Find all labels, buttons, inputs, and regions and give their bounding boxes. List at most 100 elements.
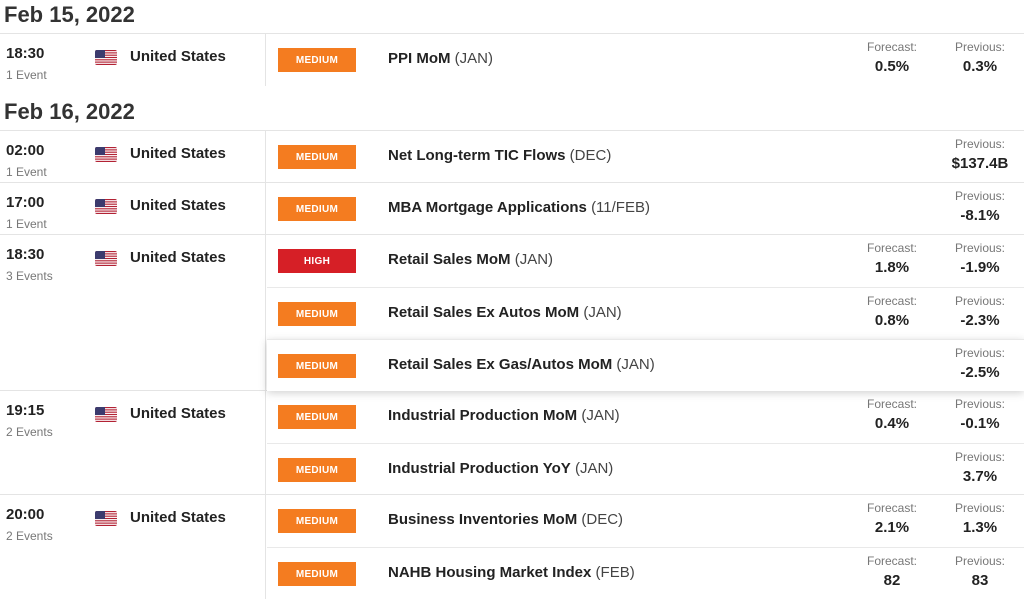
event-count: 2 Events <box>6 529 53 543</box>
event-count: 1 Event <box>6 217 47 231</box>
forecast-value: 0.8% <box>874 312 910 329</box>
impact-badge: MEDIUM <box>278 405 356 429</box>
event-row[interactable]: HIGH Retail Sales MoM (JAN) Forecast: 1.8% P… <box>267 235 1024 287</box>
event-row[interactable]: MEDIUM Retail Sales Ex Gas/Autos MoM (JAN… <box>267 339 1024 391</box>
forecast-value: 2.1% <box>874 519 910 536</box>
event-name[interactable]: Retail Sales Ex Autos MoM (JAN) <box>388 304 622 321</box>
previous-label: Previous: <box>954 501 1006 515</box>
previous-value: 0.3% <box>962 58 998 75</box>
event-row[interactable]: MEDIUM Net Long-term TIC Flows (DEC) Previ… <box>267 131 1024 183</box>
forecast-label: Forecast: <box>866 554 917 568</box>
event-count: 3 Events <box>6 269 53 283</box>
country-name: United States <box>130 509 226 526</box>
event-period: (JAN) <box>454 50 493 67</box>
us-flag-icon <box>95 251 117 266</box>
event-name[interactable]: NAHB Housing Market Index (FEB) <box>388 564 635 581</box>
event-row[interactable]: MEDIUM MBA Mortgage Applications (11/FEB)… <box>267 183 1024 235</box>
event-title: Retail Sales Ex Autos MoM <box>388 304 580 321</box>
us-flag-icon <box>95 511 117 526</box>
event-period: (DEC) <box>581 511 624 528</box>
us-flag-icon <box>95 199 117 214</box>
event-row[interactable]: MEDIUM NAHB Housing Market Index (FEB) For… <box>267 547 1024 599</box>
previous-value: $137.4B <box>951 155 1009 172</box>
event-row[interactable]: MEDIUM Industrial Production MoM (JAN) For… <box>267 391 1024 443</box>
event-name[interactable]: Industrial Production YoY (JAN) <box>388 460 613 477</box>
event-title: PPI MoM <box>388 50 451 67</box>
previous-label: Previous: <box>954 346 1006 360</box>
event-name[interactable]: Industrial Production MoM (JAN) <box>388 407 620 424</box>
forecast-label: Forecast: <box>866 40 917 54</box>
event-name[interactable]: PPI MoM (JAN) <box>388 50 493 67</box>
previous-cell: Previous: 83 <box>945 554 1015 589</box>
previous-cell: Previous: $137.4B <box>945 137 1015 172</box>
country-name: United States <box>130 405 226 422</box>
event-name[interactable]: Net Long-term TIC Flows (DEC) <box>388 147 611 164</box>
previous-label: Previous: <box>954 189 1006 203</box>
previous-value: -0.1% <box>960 415 1000 432</box>
forecast-label: Forecast: <box>866 294 917 308</box>
impact-badge: HIGH <box>278 249 356 273</box>
event-time: 20:00 <box>6 506 45 523</box>
event-time: 19:15 <box>6 402 45 419</box>
time-country-cell: 20:00 2 Events United States <box>0 495 266 599</box>
time-country-cell: 02:00 1 Event United States <box>0 131 266 183</box>
event-name[interactable]: MBA Mortgage Applications (11/FEB) <box>388 199 650 216</box>
event-count: 1 Event <box>6 165 47 179</box>
event-time: 17:00 <box>6 194 45 211</box>
event-time: 18:30 <box>6 246 45 263</box>
impact-badge: MEDIUM <box>278 48 356 72</box>
forecast-label: Forecast: <box>866 241 917 255</box>
previous-value: -2.5% <box>960 364 1000 381</box>
previous-value: -1.9% <box>960 259 1000 276</box>
event-title: Net Long-term TIC Flows <box>388 147 566 164</box>
country-name: United States <box>130 145 226 162</box>
country-name: United States <box>130 197 226 214</box>
previous-label: Previous: <box>954 40 1006 54</box>
event-name[interactable]: Retail Sales Ex Gas/Autos MoM (JAN) <box>388 356 655 373</box>
impact-badge: MEDIUM <box>278 509 356 533</box>
event-row[interactable]: MEDIUM PPI MoM (JAN) Forecast: 0.5% Previous… <box>267 34 1024 86</box>
previous-label: Previous: <box>954 554 1006 568</box>
time-country-cell: 19:15 2 Events United States <box>0 391 266 495</box>
event-title: Industrial Production YoY <box>388 460 571 477</box>
forecast-value: 1.8% <box>874 259 910 276</box>
country-name: United States <box>130 249 226 266</box>
event-period: (JAN) <box>574 460 614 477</box>
event-title: Retail Sales MoM <box>388 251 511 268</box>
event-row[interactable]: MEDIUM Business Inventories MoM (DEC) Fore… <box>267 495 1024 547</box>
event-row[interactable]: MEDIUM Retail Sales Ex Autos MoM (JAN) For… <box>267 287 1024 339</box>
event-time-group: 18:30 3 Events United States HIGH Retail Sal… <box>0 234 1024 391</box>
forecast-value: 0.4% <box>874 415 910 432</box>
event-title: NAHB Housing Market Index <box>388 564 592 581</box>
previous-cell: Previous: -2.5% <box>945 346 1015 381</box>
event-time: 02:00 <box>6 142 45 159</box>
event-time-group: 20:00 2 Events United States MEDIUM Business… <box>0 494 1024 599</box>
us-flag-icon <box>95 407 117 422</box>
previous-label: Previous: <box>954 137 1006 151</box>
previous-label: Previous: <box>954 241 1006 255</box>
event-name[interactable]: Retail Sales MoM (JAN) <box>388 251 553 268</box>
previous-cell: Previous: 3.7% <box>945 450 1015 485</box>
forecast-cell: Forecast: 0.4% <box>857 397 927 432</box>
event-time-group: 17:00 1 Event United States MEDIUM MBA Mortg… <box>0 182 1024 235</box>
event-period: (11/FEB) <box>591 199 650 216</box>
previous-cell: Previous: -2.3% <box>945 294 1015 329</box>
event-time-group: 02:00 1 Event United States MEDIUM Net Long-… <box>0 130 1024 183</box>
forecast-label: Forecast: <box>866 501 917 515</box>
forecast-value: 82 <box>883 572 901 589</box>
impact-badge: MEDIUM <box>278 354 356 378</box>
event-name[interactable]: Business Inventories MoM (DEC) <box>388 511 623 528</box>
event-row[interactable]: MEDIUM Industrial Production YoY (JAN) Pre… <box>267 443 1024 495</box>
forecast-cell: Forecast: 0.5% <box>857 40 927 75</box>
previous-value: -2.3% <box>960 312 1000 329</box>
event-period: (JAN) <box>616 356 655 373</box>
forecast-value: 0.5% <box>874 58 910 75</box>
previous-cell: Previous: -0.1% <box>945 397 1015 432</box>
previous-label: Previous: <box>954 294 1006 308</box>
previous-cell: Previous: 0.3% <box>945 40 1015 75</box>
previous-cell: Previous: -1.9% <box>945 241 1015 276</box>
event-time: 18:30 <box>6 45 45 62</box>
forecast-cell: Forecast: 1.8% <box>857 241 927 276</box>
impact-badge: MEDIUM <box>278 458 356 482</box>
previous-label: Previous: <box>954 397 1006 411</box>
